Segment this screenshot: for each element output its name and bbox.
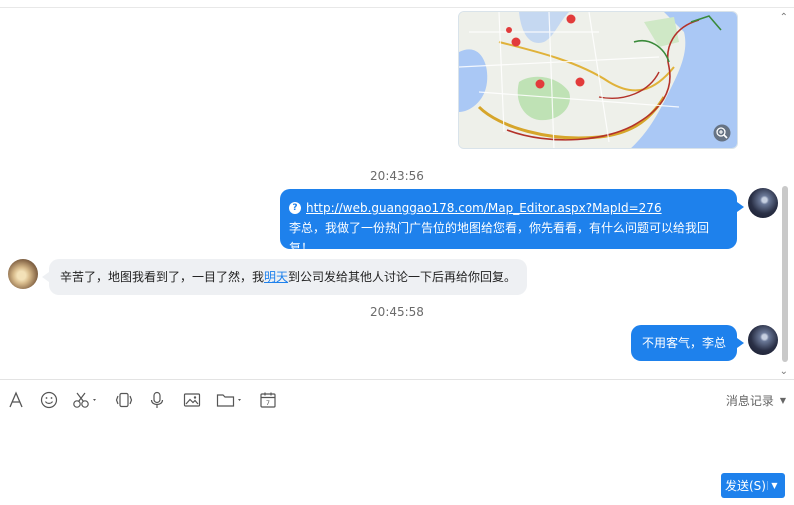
- screenshot-icon: [73, 392, 96, 408]
- chat-history[interactable]: 20:43:56 ? http://web.guanggao178.com/Ma…: [0, 8, 794, 379]
- link-status-icon: ?: [289, 202, 301, 214]
- avatar[interactable]: [748, 325, 778, 355]
- font-button[interactable]: [8, 388, 24, 412]
- zoom-in-icon[interactable]: [713, 124, 731, 142]
- map-image[interactable]: [458, 11, 738, 149]
- font-icon: [9, 391, 23, 408]
- svg-text:7: 7: [266, 399, 270, 407]
- dropdown-arrow-icon: ▼: [779, 396, 786, 405]
- bubble-tail: [42, 272, 49, 282]
- top-divider: [0, 0, 794, 8]
- shake-icon: [115, 392, 133, 408]
- image-icon: [183, 393, 201, 407]
- outgoing-message[interactable]: ? http://web.guanggao178.com/Map_Editor.…: [280, 189, 737, 255]
- bubble-tail: [737, 202, 744, 212]
- message-input[interactable]: [0, 414, 794, 469]
- voice-button[interactable]: [149, 388, 165, 412]
- message-history-label: 消息记录: [725, 394, 774, 408]
- message-timestamp: 20:43:56: [370, 169, 424, 183]
- message-link[interactable]: http://web.guanggao178.com/Map_Editor.as…: [306, 198, 662, 218]
- message-text: 辛苦了，地图我看到了，一目了然，我: [60, 270, 265, 284]
- message-text: 到公司发给其他人讨论一下后再给你回复。: [288, 270, 517, 284]
- collapse-down-icon[interactable]: ⌄: [780, 366, 788, 377]
- message-text: 李总，我做了一份热门广告位的地图给您看，你先看看，有什么问题可以给我回复！: [289, 221, 710, 255]
- emoji-icon: [40, 391, 58, 409]
- voice-icon: [150, 391, 164, 408]
- avatar[interactable]: [748, 188, 778, 218]
- shake-button[interactable]: [115, 388, 133, 412]
- scrollbar[interactable]: [782, 186, 788, 362]
- collapse-up-icon[interactable]: ⌃: [780, 12, 788, 23]
- avatar[interactable]: [8, 259, 38, 289]
- send-button[interactable]: 发送(S) ▼: [721, 473, 785, 498]
- message-text: 不用客气，李总: [642, 336, 727, 350]
- file-button[interactable]: [216, 388, 244, 412]
- send-options-icon[interactable]: ▼: [767, 481, 781, 490]
- calendar-icon: 7: [260, 392, 276, 408]
- folder-icon: [216, 394, 241, 407]
- input-toolbar: 7 消息记录 ▼: [0, 388, 794, 412]
- screenshot-button[interactable]: [72, 388, 100, 412]
- incoming-message[interactable]: 辛苦了，地图我看到了，一目了然，我明天到公司发给其他人讨论一下后再给你回复。: [49, 259, 527, 295]
- emoji-button[interactable]: [40, 388, 58, 412]
- bubble-tail: [737, 338, 744, 348]
- input-divider: [0, 379, 794, 380]
- message-history-button[interactable]: 消息记录 ▼: [726, 392, 786, 409]
- keyword-link[interactable]: 明天: [264, 270, 288, 284]
- send-label: 发送(S): [725, 479, 766, 493]
- message-timestamp: 20:45:58: [370, 305, 424, 319]
- outgoing-message[interactable]: 不用客气，李总: [631, 325, 737, 361]
- calendar-button[interactable]: 7: [259, 388, 277, 412]
- map-graphic: [459, 12, 737, 148]
- image-button[interactable]: [183, 388, 201, 412]
